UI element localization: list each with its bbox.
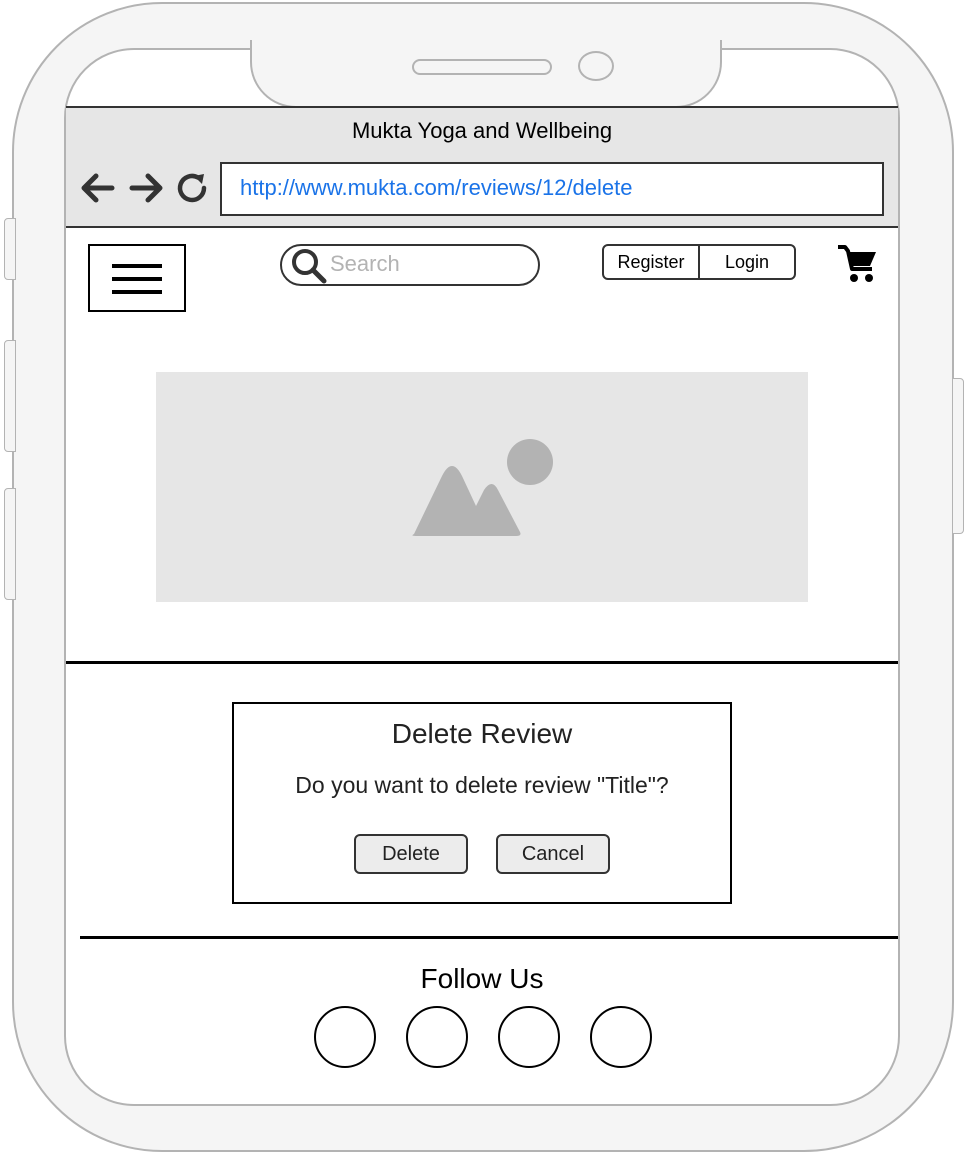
cancel-button[interactable]: Cancel <box>496 834 610 874</box>
hero-image <box>156 372 808 602</box>
social-link-2[interactable] <box>406 1006 468 1068</box>
forward-arrow-icon[interactable] <box>126 168 166 208</box>
dialog-message: Do you want to delete review "Title"? <box>295 772 669 798</box>
image-placeholder-icon <box>412 439 553 536</box>
hamburger-menu-button[interactable] <box>88 244 186 312</box>
speaker-grille <box>412 59 552 75</box>
hamburger-menu-icon <box>112 264 162 268</box>
volume-up-button <box>4 340 16 452</box>
address-bar-url[interactable]: http://www.mukta.com/reviews/12/delete <box>240 175 633 201</box>
reload-icon[interactable] <box>172 168 212 208</box>
follow-us-heading: Follow Us <box>420 963 544 994</box>
delete-button[interactable]: Delete <box>354 834 468 874</box>
back-arrow-icon[interactable] <box>78 168 118 208</box>
shopping-cart-icon[interactable] <box>836 242 878 284</box>
dialog-title: Delete Review <box>391 718 573 749</box>
content-divider-top <box>66 661 898 664</box>
search-placeholder: Search <box>330 251 400 276</box>
volume-down-button <box>4 488 16 600</box>
social-link-4[interactable] <box>590 1006 652 1068</box>
search-icon <box>292 249 327 284</box>
auth-button-group: Register Login <box>602 244 796 280</box>
login-button[interactable]: Login <box>698 246 794 278</box>
power-button <box>952 378 964 534</box>
social-link-1[interactable] <box>314 1006 376 1068</box>
mute-switch <box>4 218 16 280</box>
register-button[interactable]: Register <box>604 246 698 278</box>
browser-title: Mukta Yoga and Wellbeing <box>351 118 613 143</box>
front-camera <box>578 51 614 81</box>
social-link-3[interactable] <box>498 1006 560 1068</box>
footer-divider <box>80 936 898 939</box>
